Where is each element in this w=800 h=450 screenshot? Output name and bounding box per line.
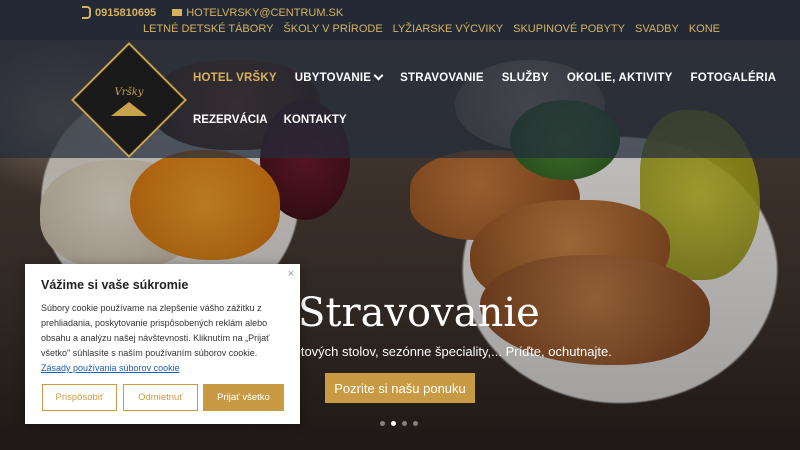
email-link[interactable]: HOTELVRSKY@CENTRUM.SK bbox=[172, 6, 343, 19]
top-bar: 0915810695 HOTELVRSKY@CENTRUM.SK LETNÉ D… bbox=[0, 0, 800, 40]
hero-title: Stravovanie bbox=[298, 290, 540, 336]
topnav-skupinove[interactable]: SKUPINOVÉ POBYTY bbox=[513, 23, 625, 35]
topnav-kone[interactable]: KONE bbox=[689, 23, 720, 35]
nav-okolie[interactable]: OKOLIE, AKTIVITY bbox=[567, 72, 673, 84]
nav-hotel-vrsky[interactable]: HOTEL VRŠKY bbox=[193, 72, 277, 84]
topnav-tabory[interactable]: LETNÉ DETSKÉ TÁBORY bbox=[143, 23, 273, 35]
cookie-title: Vážime si vaše súkromie bbox=[41, 278, 189, 292]
phone-link[interactable]: 0915810695 bbox=[82, 6, 156, 19]
contact-info: 0915810695 HOTELVRSKY@CENTRUM.SK bbox=[82, 6, 343, 19]
logo-name: Vršky bbox=[114, 86, 144, 98]
topnav-skoly[interactable]: ŠKOLY V PRÍRODE bbox=[283, 23, 382, 35]
nav-sluzby[interactable]: SLUŽBY bbox=[502, 72, 549, 84]
chevron-down-icon bbox=[373, 70, 384, 81]
slider-dot-1[interactable] bbox=[380, 421, 385, 426]
main-nav: HOTEL VRŠKY UBYTOVANIE STRAVOVANIE SLUŽB… bbox=[193, 70, 777, 84]
close-icon[interactable]: × bbox=[288, 268, 294, 280]
slider-dot-3[interactable] bbox=[402, 421, 407, 426]
cookie-consent-modal: × Vážime si vaše súkromie Súbory cookie … bbox=[25, 264, 300, 424]
nav-fotogaleria[interactable]: FOTOGALÉRIA bbox=[691, 72, 777, 84]
customize-button[interactable]: Prispôsobiť bbox=[42, 384, 117, 411]
slider-dot-4[interactable] bbox=[413, 421, 418, 426]
reject-button[interactable]: Odmietnuť bbox=[123, 384, 198, 411]
cookie-text: Súbory cookie používame na zlepšenie váš… bbox=[41, 303, 270, 373]
hero-subtitle: fetových stolov, sezónne špeciality,... … bbox=[290, 344, 612, 359]
accept-all-button[interactable]: Prijať všetko bbox=[203, 384, 284, 411]
top-nav: LETNÉ DETSKÉ TÁBORY ŠKOLY V PRÍRODE LYŽI… bbox=[143, 23, 720, 35]
mountain-icon bbox=[111, 101, 147, 116]
nav-ubytovanie[interactable]: UBYTOVANIE bbox=[295, 70, 384, 84]
slider-dot-2[interactable] bbox=[391, 421, 396, 426]
offer-button[interactable]: Pozrite si našu ponuku bbox=[325, 373, 475, 403]
nav-rezervacia[interactable]: REZERVÁCIA bbox=[193, 114, 268, 126]
nav-kontakty[interactable]: KONTAKTY bbox=[284, 114, 347, 126]
nav-stravovanie[interactable]: STRAVOVANIE bbox=[400, 72, 484, 84]
topnav-svadby[interactable]: SVADBY bbox=[635, 23, 679, 35]
slider-dots bbox=[380, 421, 418, 426]
topnav-lyziarske[interactable]: LYŽIARSKE VÝCVIKY bbox=[393, 23, 503, 35]
main-nav-row2: REZERVÁCIA KONTAKTY bbox=[193, 114, 347, 126]
mail-icon bbox=[172, 9, 183, 16]
phone-icon bbox=[82, 6, 91, 19]
cookie-policy-link[interactable]: Zásady používania súborov cookie bbox=[41, 363, 180, 373]
